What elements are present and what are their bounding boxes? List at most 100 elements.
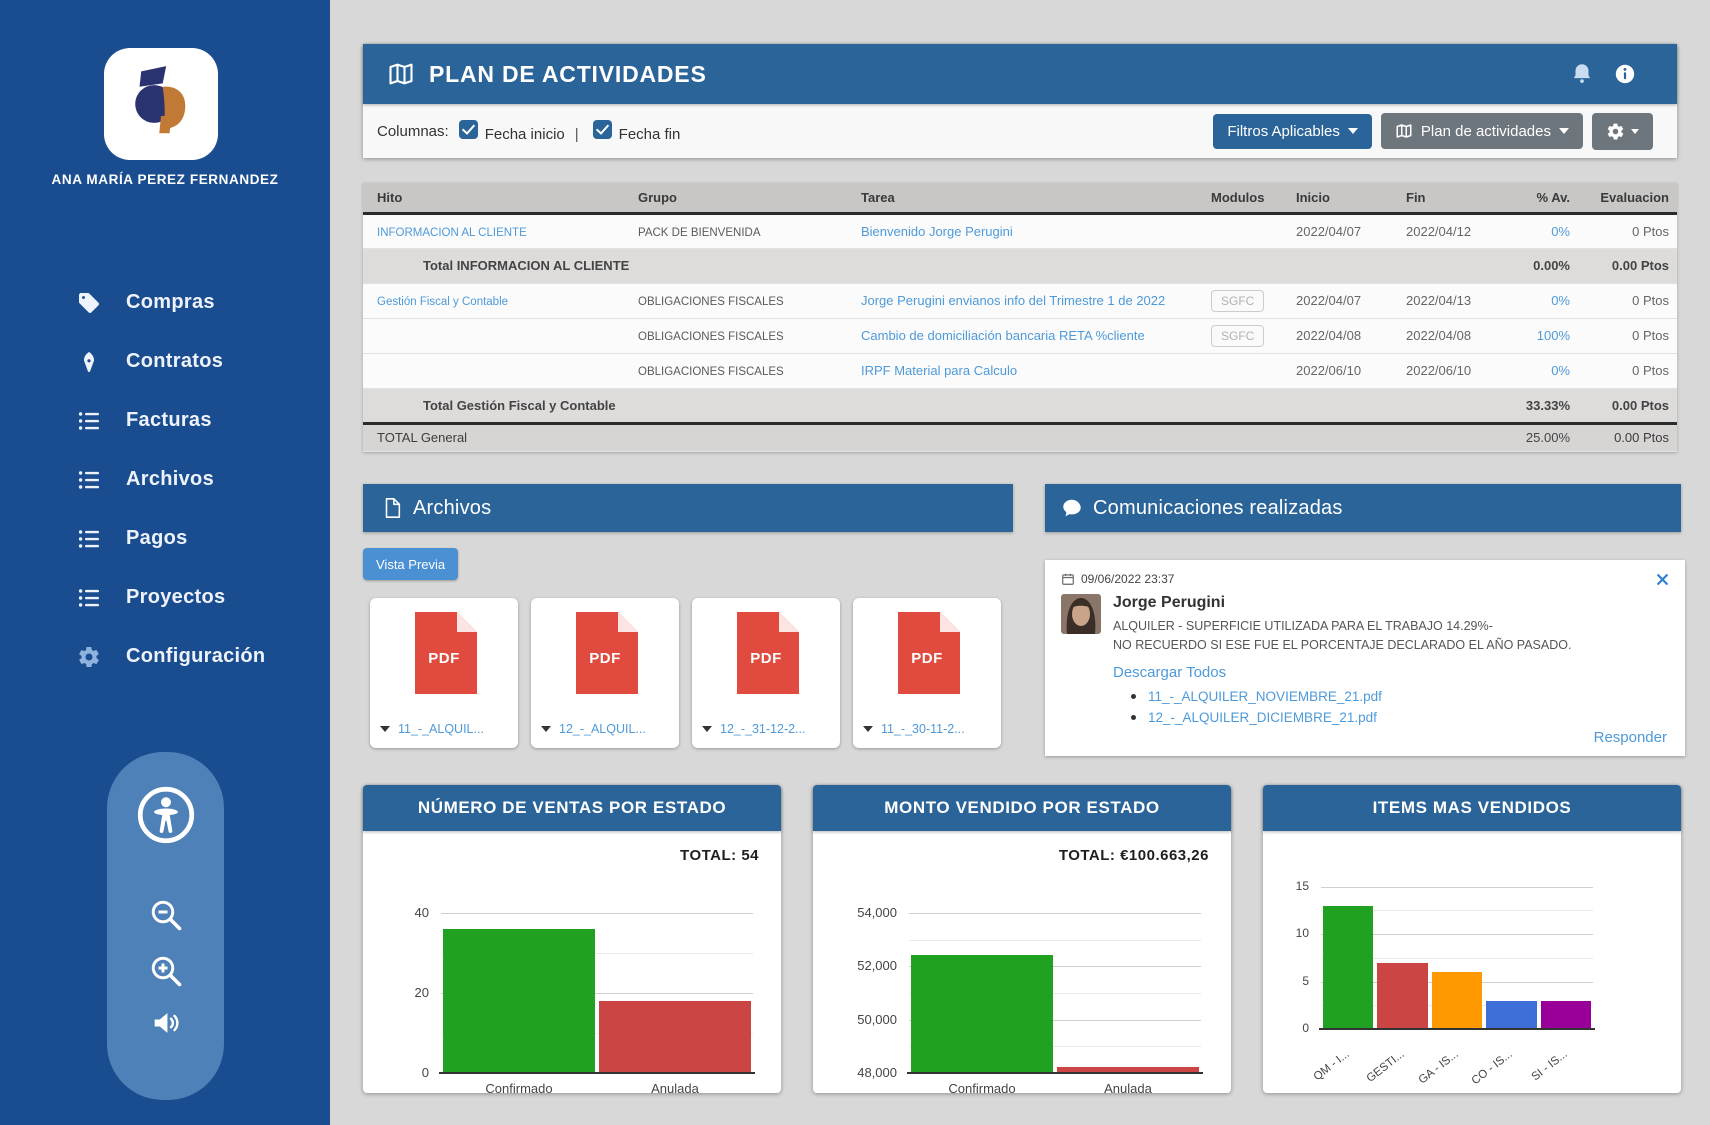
chart-title: ITEMS MAS VENDIDOS bbox=[1373, 798, 1572, 818]
pdf-file-link[interactable]: 12_-_ALQUIL... bbox=[559, 722, 646, 736]
chart-plot-area: 051015QM - I...GESTI...GA - IS...CO - IS… bbox=[1263, 831, 1681, 1093]
cell-hito: INFORMACION AL CLIENTE bbox=[363, 213, 630, 248]
sidebar-item-label: Configuración bbox=[126, 645, 265, 668]
avance-value: 100% bbox=[1537, 328, 1570, 343]
cell-fin: 2022/04/13 bbox=[1398, 283, 1508, 318]
tarea-link[interactable]: Jorge Perugini envianos info del Trimest… bbox=[861, 293, 1165, 308]
chevron-down-icon bbox=[1559, 128, 1569, 134]
descargar-todos-link[interactable]: Descargar Todos bbox=[1113, 664, 1226, 681]
y-axis-tick-label: 40 bbox=[363, 905, 429, 920]
checkbox-fecha-inicio[interactable] bbox=[459, 120, 478, 139]
y-axis-tick-label: 54,000 bbox=[813, 905, 897, 920]
y-axis-tick-label: 52,000 bbox=[813, 958, 897, 973]
sidebar-item-facturas[interactable]: Facturas bbox=[0, 391, 330, 450]
table-row: Total INFORMACION AL CLIENTE0.00%0.00 Pt… bbox=[363, 248, 1677, 283]
cell-evaluacion: 0 Ptos bbox=[1578, 318, 1677, 353]
column-header-av: % Av. bbox=[1508, 183, 1578, 213]
chevron-down-icon[interactable] bbox=[863, 726, 873, 732]
pdf-file-link[interactable]: 12_-_31-12-2... bbox=[720, 722, 805, 736]
filtros-aplicables-button[interactable]: Filtros Aplicables bbox=[1213, 114, 1372, 149]
hito-link[interactable]: Gestión Fiscal y Contable bbox=[377, 296, 508, 308]
pdf-file-name-row: 12_-_31-12-2... bbox=[702, 722, 834, 736]
cell-avance: 0% bbox=[1508, 353, 1578, 388]
attachment-link[interactable]: 11_-_ALQUILER_NOVIEMBRE_21.pdf bbox=[1148, 689, 1382, 704]
cell-hito: Gestión Fiscal y Contable bbox=[363, 283, 630, 318]
settings-button[interactable] bbox=[1592, 113, 1653, 150]
y-axis-tick-label: 50,000 bbox=[813, 1012, 897, 1027]
bar-anulada bbox=[599, 1001, 751, 1073]
close-icon[interactable] bbox=[1656, 573, 1669, 586]
cell-inicio: 2022/04/07 bbox=[1288, 213, 1398, 248]
plan-de-actividades-button[interactable]: Plan de actividades bbox=[1381, 113, 1583, 149]
pdf-file-link[interactable]: 11_-_ALQUIL... bbox=[398, 722, 484, 736]
message-body-line1: ALQUILER - SUPERFICIE UTILIZADA PARA EL … bbox=[1113, 617, 1669, 635]
column-header-evaluacion: Evaluacion bbox=[1578, 183, 1677, 213]
bullet-dot bbox=[1131, 715, 1136, 720]
pdf-file-name-row: 11_-_ALQUIL... bbox=[380, 722, 512, 736]
cell-avance: 100% bbox=[1508, 318, 1578, 353]
chevron-down-icon bbox=[1348, 128, 1358, 134]
chevron-down-icon[interactable] bbox=[541, 726, 551, 732]
speaker-icon[interactable] bbox=[147, 1004, 185, 1042]
archivos-panel-header: Archivos bbox=[363, 484, 1013, 532]
sidebar-item-archivos[interactable]: Archivos bbox=[0, 450, 330, 509]
total-evaluacion: 0.00 Ptos bbox=[1578, 423, 1677, 451]
cell-tarea: Jorge Perugini envianos info del Trimest… bbox=[853, 283, 1203, 318]
grupo-label: OBLIGACIONES FISCALES bbox=[638, 366, 784, 378]
zoom-in-icon[interactable] bbox=[147, 952, 185, 990]
table-row: INFORMACION AL CLIENTEPACK DE BIENVENIDA… bbox=[363, 213, 1677, 248]
pdf-file-card: PDF12_-_ALQUIL... bbox=[531, 598, 679, 748]
cell-avance: 0% bbox=[1508, 283, 1578, 318]
cell-tarea: IRPF Material para Calculo bbox=[853, 353, 1203, 388]
sidebar-item-pagos[interactable]: Pagos bbox=[0, 509, 330, 568]
chart-header: NÚMERO DE VENTAS POR ESTADO bbox=[363, 785, 781, 831]
chevron-down-icon[interactable] bbox=[702, 726, 712, 732]
user-name: ANA MARÍA PEREZ FERNANDEZ bbox=[0, 172, 330, 187]
table-row: OBLIGACIONES FISCALES IRPF Material para … bbox=[363, 353, 1677, 388]
zoom-out-icon[interactable] bbox=[147, 896, 185, 934]
tarea-link[interactable]: IRPF Material para Calculo bbox=[861, 363, 1017, 378]
sidebar-item-contratos[interactable]: Contratos bbox=[0, 332, 330, 391]
total-evaluacion: 0.00 Ptos bbox=[1578, 248, 1677, 283]
avance-value: 0% bbox=[1551, 363, 1570, 378]
cell-hito bbox=[363, 353, 630, 388]
chart-title: MONTO VENDIDO POR ESTADO bbox=[884, 798, 1159, 818]
module-badge[interactable]: SGFC bbox=[1211, 325, 1264, 347]
chevron-down-icon bbox=[1631, 129, 1639, 134]
responder-link[interactable]: Responder bbox=[1594, 729, 1667, 746]
table-row: OBLIGACIONES FISCALES Cambio de domicilia… bbox=[363, 318, 1677, 353]
sidebar-item-configuracio-n[interactable]: Configuración bbox=[0, 627, 330, 686]
column-header-modulos: Modulos bbox=[1203, 183, 1288, 213]
tarea-link[interactable]: Bienvenido Jorge Perugini bbox=[861, 224, 1013, 239]
plan-de-actividades-panel: PLAN DE ACTIVIDADES Columnas: Fecha inic… bbox=[363, 44, 1677, 158]
bell-icon[interactable] bbox=[1569, 60, 1595, 88]
y-axis-tick-label: 15 bbox=[1263, 879, 1309, 893]
pen-icon bbox=[76, 349, 102, 375]
module-badge[interactable]: SGFC bbox=[1211, 290, 1264, 312]
message-body-line2: NO RECUERDO SI ESE FUE EL PORCENTAJE DEC… bbox=[1113, 636, 1669, 654]
checkbox-label: Fecha fin bbox=[619, 126, 681, 143]
attachment-link[interactable]: 12_-_ALQUILER_DICIEMBRE_21.pdf bbox=[1148, 710, 1377, 725]
hito-link[interactable]: INFORMACION AL CLIENTE bbox=[377, 227, 527, 239]
archivos-title: Archivos bbox=[413, 497, 491, 520]
gear-icon bbox=[76, 644, 102, 670]
tarea-link[interactable]: Cambio de domiciliación bancaria RETA %c… bbox=[861, 328, 1145, 343]
info-icon[interactable] bbox=[1613, 62, 1637, 86]
pdf-file-name-row: 11_-_30-11-2... bbox=[863, 722, 995, 736]
attachment-list: 11_-_ALQUILER_NOVIEMBRE_21.pdf 12_-_ALQUI… bbox=[1131, 689, 1669, 725]
avance-value: 0.00% bbox=[1533, 258, 1570, 273]
y-axis-tick-label: 48,000 bbox=[813, 1065, 897, 1080]
checkbox-label: Fecha inicio bbox=[485, 126, 565, 143]
column-toggles: Fecha inicio|Fecha fin bbox=[449, 120, 681, 143]
checkbox-fecha-fin[interactable] bbox=[593, 120, 612, 139]
sidebar-item-compras[interactable]: Compras bbox=[0, 273, 330, 332]
vista-previa-button[interactable]: Vista Previa bbox=[363, 548, 458, 580]
calendar-icon bbox=[1061, 572, 1075, 586]
pdf-file-link[interactable]: 11_-_30-11-2... bbox=[881, 722, 965, 736]
cell-grupo: OBLIGACIONES FISCALES bbox=[630, 318, 853, 353]
x-axis-category-label: Anulada bbox=[1055, 1081, 1201, 1096]
x-axis-category-label: Confirmado bbox=[441, 1081, 597, 1096]
sidebar-item-proyectos[interactable]: Proyectos bbox=[0, 568, 330, 627]
chevron-down-icon[interactable] bbox=[380, 726, 390, 732]
accessibility-icon[interactable] bbox=[135, 784, 197, 846]
